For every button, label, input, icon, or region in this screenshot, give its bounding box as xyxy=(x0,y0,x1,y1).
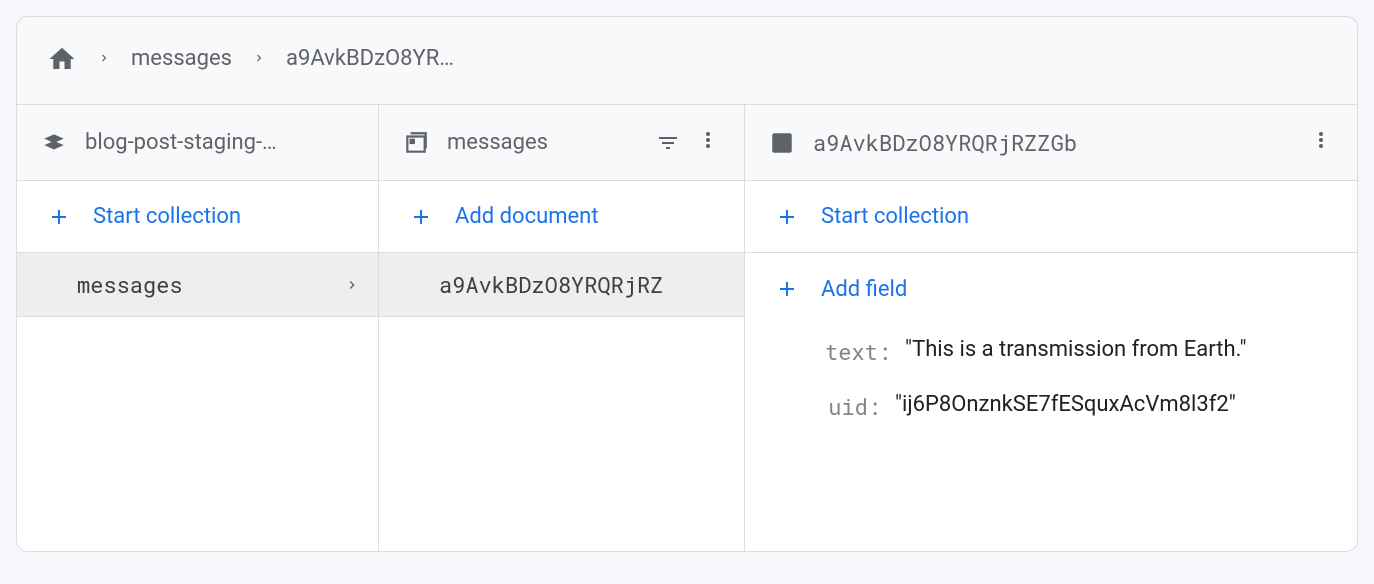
document-icon xyxy=(769,130,795,156)
doc-start-collection-button[interactable]: Start collection xyxy=(745,181,1357,253)
document-title: a9AvkBDzO8YRQRjRZZGb xyxy=(813,128,1291,157)
collection-list-item[interactable]: messages xyxy=(17,253,378,317)
document-list-item[interactable]: a9AvkBDzO8YRQRjRZ xyxy=(379,253,744,317)
home-icon[interactable] xyxy=(47,44,77,74)
field-value: "ij6P8OnznkSE7fESquxAcVm8l3f2" xyxy=(895,392,1236,417)
collection-title: messages xyxy=(447,130,638,155)
chevron-right-icon xyxy=(344,270,360,299)
start-collection-button[interactable]: Start collection xyxy=(17,181,378,253)
add-field-button[interactable]: Add field xyxy=(745,253,1357,325)
document-fields: text: "This is a transmission from Earth… xyxy=(745,325,1357,441)
breadcrumb-collection[interactable]: messages xyxy=(131,46,232,71)
chevron-right-icon xyxy=(252,46,266,71)
project-name: blog-post-staging-… xyxy=(85,130,354,155)
plus-icon xyxy=(47,205,71,229)
document-id: a9AvkBDzO8YRQRjRZ xyxy=(439,270,726,299)
breadcrumb-document[interactable]: a9AvkBDzO8YR… xyxy=(286,46,454,71)
field-value: "This is a transmission from Earth." xyxy=(905,337,1247,362)
collection-column-header: messages xyxy=(379,105,744,181)
plus-icon xyxy=(775,277,799,301)
filter-icon[interactable] xyxy=(656,131,680,155)
breadcrumb: messages a9AvkBDzO8YR… xyxy=(17,17,1357,105)
document-field[interactable]: text: "This is a transmission from Earth… xyxy=(825,337,1327,366)
overflow-menu-icon[interactable] xyxy=(1309,128,1333,158)
project-column: blog-post-staging-… Start collection mes… xyxy=(17,105,379,551)
collection-column: messages Add document a9AvkBDzO8YRQRjRZ xyxy=(379,105,745,551)
add-document-label: Add document xyxy=(455,204,599,229)
add-document-button[interactable]: Add document xyxy=(379,181,744,253)
field-key: uid: xyxy=(825,392,881,421)
chevron-right-icon xyxy=(97,46,111,71)
firestore-panel: messages a9AvkBDzO8YR… blog-post-staging… xyxy=(16,16,1358,552)
project-column-header: blog-post-staging-… xyxy=(17,105,378,181)
document-field[interactable]: uid: "ij6P8OnznkSE7fESquxAcVm8l3f2" xyxy=(825,392,1327,421)
doc-start-collection-label: Start collection xyxy=(821,204,969,229)
document-column: a9AvkBDzO8YRQRjRZZGb Start collection Ad… xyxy=(745,105,1357,551)
start-collection-label: Start collection xyxy=(93,204,241,229)
add-field-label: Add field xyxy=(821,277,907,302)
database-root-icon xyxy=(41,130,67,156)
columns: blog-post-staging-… Start collection mes… xyxy=(17,105,1357,551)
plus-icon xyxy=(775,205,799,229)
overflow-menu-icon[interactable] xyxy=(696,128,720,158)
plus-icon xyxy=(409,205,433,229)
field-key: text: xyxy=(825,337,891,366)
document-column-header: a9AvkBDzO8YRQRjRZZGb xyxy=(745,105,1357,181)
collection-name: messages xyxy=(77,270,344,299)
collection-icon xyxy=(403,130,429,156)
